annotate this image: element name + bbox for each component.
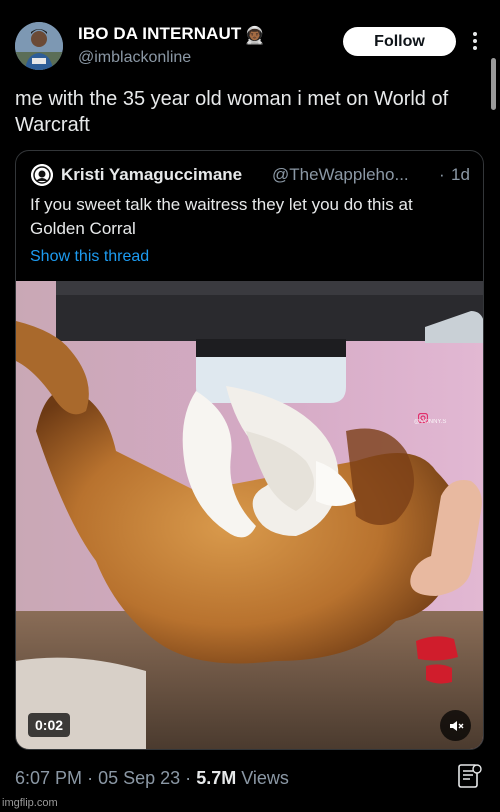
tweet-header: IBO DA INTERNAUT 👨🏾‍🚀 @imblackonline Foll…: [0, 0, 500, 80]
tweet-text: me with the 35 year old woman i met on W…: [15, 88, 449, 136]
meta-separator: ·: [87, 768, 94, 788]
analytics-icon[interactable]: [456, 762, 484, 790]
video-duration: 0:02: [28, 713, 71, 737]
author-handle[interactable]: @imblackonline: [78, 49, 191, 67]
author-avatar[interactable]: [15, 22, 63, 70]
tweet-meta: 6:07 PM · 05 Sep 23 · 5.7M Views: [15, 768, 289, 789]
quote-author-avatar[interactable]: [31, 164, 53, 186]
meta-separator: ·: [185, 768, 192, 788]
views-label: Views: [241, 768, 289, 788]
views-count: 5.7M: [196, 768, 237, 788]
follow-button[interactable]: Follow: [343, 27, 456, 56]
quote-text: If you sweet talk the waitress they let …: [30, 195, 413, 238]
astronaut-emoji-icon: 👨🏾‍🚀: [244, 26, 266, 45]
quote-timestamp[interactable]: 1d: [451, 165, 470, 185]
author-display-name[interactable]: IBO DA INTERNAUT 👨🏾‍🚀: [78, 24, 266, 46]
quote-author-name[interactable]: Kristi Yamaguccimane: [61, 165, 242, 185]
scrollbar[interactable]: [491, 58, 496, 110]
more-vertical-icon[interactable]: [463, 26, 487, 56]
video-player[interactable]: @VONNY.S 0:02: [16, 281, 483, 749]
tweet-time[interactable]: 6:07 PM: [15, 768, 82, 788]
quote-tweet-card[interactable]: Kristi Yamaguccimane @TheWappleho... · 1…: [15, 150, 484, 750]
tweet-date[interactable]: 05 Sep 23: [98, 768, 180, 788]
volume-mute-icon[interactable]: [440, 710, 471, 741]
quote-author-handle[interactable]: @TheWappleho...: [272, 165, 409, 185]
imgflip-watermark: imgflip.com: [2, 797, 58, 809]
quote-separator: ·: [439, 165, 445, 184]
show-thread-link[interactable]: Show this thread: [30, 248, 149, 266]
author-name-text: IBO DA INTERNAUT: [78, 24, 242, 43]
video-frame: [16, 281, 483, 749]
video-watermark: @VONNY.S: [414, 419, 447, 425]
